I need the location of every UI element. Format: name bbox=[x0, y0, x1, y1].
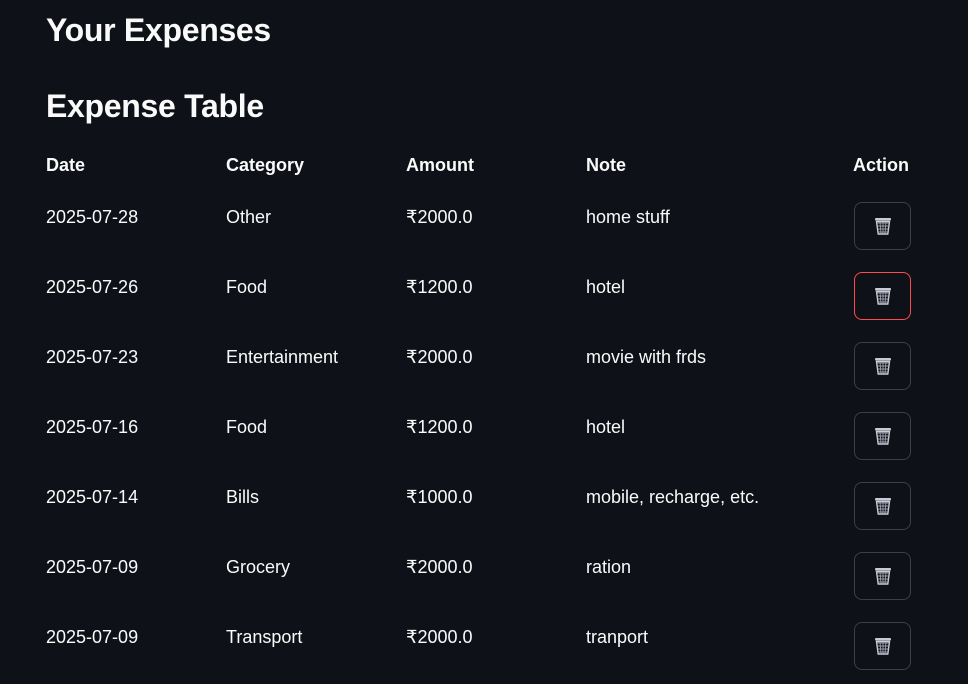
cell-date: 2025-07-28 bbox=[46, 207, 139, 227]
trash-icon bbox=[872, 355, 894, 377]
cell-category: Bills bbox=[226, 487, 260, 507]
cell-category: Food bbox=[226, 417, 268, 437]
page-title: Your Expenses bbox=[46, 12, 271, 48]
table-row: 2025-07-26 Food ₹1200.0 hotel bbox=[0, 270, 968, 340]
expenses-page: Your Expenses Expense Table Date Categor… bbox=[0, 0, 968, 684]
delete-button[interactable] bbox=[854, 482, 911, 530]
cell-date: 2025-07-23 bbox=[46, 347, 139, 367]
cell-note: movie with frds bbox=[586, 347, 707, 367]
table-row: 2025-07-23 Entertainment ₹2000.0 movie with… bbox=[0, 340, 968, 410]
cell-date: 2025-07-14 bbox=[46, 487, 139, 507]
cell-date: 2025-07-16 bbox=[46, 417, 139, 437]
table-row: 2025-07-09 Transport ₹2000.0 tranport bbox=[0, 620, 968, 684]
trash-icon bbox=[872, 495, 894, 517]
cell-category: Transport bbox=[226, 627, 303, 647]
expense-rows: 2025-07-28 Other ₹2000.0 home stuff 2025-07-… bbox=[0, 200, 968, 684]
cell-category: Food bbox=[226, 277, 268, 297]
header-action: Action bbox=[853, 155, 909, 175]
cell-amount: ₹1200.0 bbox=[406, 277, 473, 297]
header-date: Date bbox=[46, 155, 86, 175]
cell-amount: ₹2000.0 bbox=[406, 627, 473, 647]
cell-amount: ₹2000.0 bbox=[406, 347, 473, 367]
delete-button[interactable] bbox=[854, 342, 911, 390]
table-row: 2025-07-14 Bills ₹1000.0 mobile, recharge, … bbox=[0, 480, 968, 550]
trash-icon bbox=[872, 565, 894, 587]
cell-date: 2025-07-09 bbox=[46, 557, 139, 577]
delete-button[interactable] bbox=[854, 202, 911, 250]
delete-button[interactable] bbox=[854, 272, 911, 320]
cell-category: Entertainment bbox=[226, 347, 339, 367]
cell-amount: ₹1000.0 bbox=[406, 487, 473, 507]
section-title: Expense Table bbox=[46, 88, 264, 124]
table-row: 2025-07-28 Other ₹2000.0 home stuff bbox=[0, 200, 968, 270]
cell-category: Other bbox=[226, 207, 272, 227]
table-row: 2025-07-16 Food ₹1200.0 hotel bbox=[0, 410, 968, 480]
header-amount: Amount bbox=[406, 155, 474, 175]
delete-button[interactable] bbox=[854, 552, 911, 600]
trash-icon bbox=[872, 635, 894, 657]
cell-note: tranport bbox=[586, 627, 649, 647]
delete-button[interactable] bbox=[854, 622, 911, 670]
header-category: Category bbox=[226, 155, 305, 175]
cell-amount: ₹2000.0 bbox=[406, 207, 473, 227]
cell-amount: ₹1200.0 bbox=[406, 417, 473, 437]
cell-note: hotel bbox=[586, 417, 626, 437]
trash-icon bbox=[872, 425, 894, 447]
table-row: 2025-07-09 Grocery ₹2000.0 ration bbox=[0, 550, 968, 620]
cell-date: 2025-07-09 bbox=[46, 627, 139, 647]
cell-note: hotel bbox=[586, 277, 626, 297]
cell-note: home stuff bbox=[586, 207, 670, 227]
cell-note: ration bbox=[586, 557, 632, 577]
delete-button[interactable] bbox=[854, 412, 911, 460]
trash-icon bbox=[872, 285, 894, 307]
cell-amount: ₹2000.0 bbox=[406, 557, 473, 577]
header-note: Note bbox=[586, 155, 626, 175]
cell-note: mobile, recharge, etc. bbox=[586, 487, 760, 507]
cell-category: Grocery bbox=[226, 557, 291, 577]
trash-icon bbox=[872, 215, 894, 237]
table-header: Date Category Amount Note Action bbox=[0, 155, 968, 179]
cell-date: 2025-07-26 bbox=[46, 277, 139, 297]
